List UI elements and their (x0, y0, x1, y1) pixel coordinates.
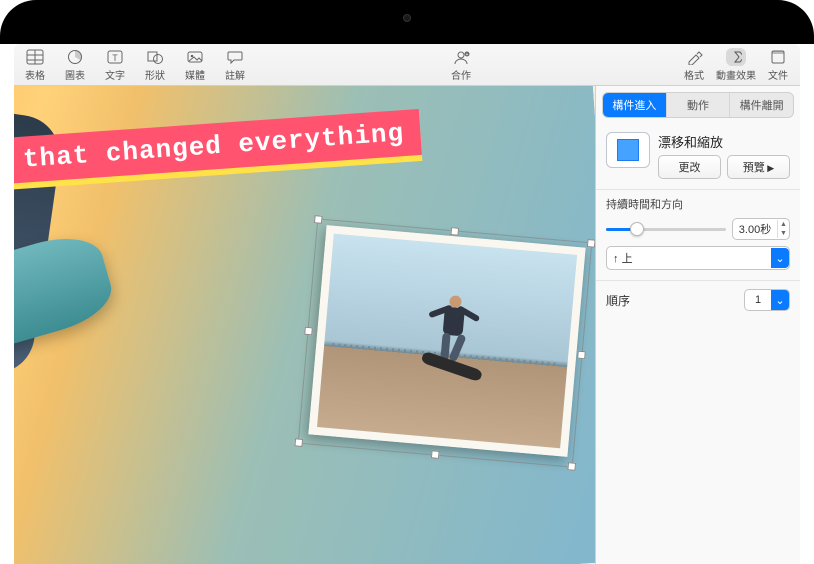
text-icon: T (105, 48, 125, 66)
tab-build-in[interactable]: 構件進入 (603, 93, 667, 117)
chevron-updown-icon: ⌄ (771, 290, 789, 310)
duration-slider[interactable] (606, 221, 726, 237)
effect-thumbnail (606, 132, 650, 168)
toolbar-animate[interactable]: 動畫效果 (716, 48, 756, 82)
direction-select[interactable]: 上 ⌄ (606, 246, 790, 270)
chevron-updown-icon: ⌄ (771, 248, 789, 268)
build-tabs: 構件進入 動作 構件離開 (602, 92, 794, 118)
format-icon (684, 48, 704, 66)
slide-canvas[interactable]: e trick that changed everything (14, 86, 595, 564)
toolbar-label: 註解 (225, 67, 245, 82)
preview-button[interactable]: 預覽 (727, 155, 790, 179)
toolbar-label: 文件 (768, 67, 788, 82)
duration-direction-label: 持續時間和方向 (606, 196, 790, 212)
comment-icon (225, 48, 245, 66)
toolbar-label: 動畫效果 (716, 67, 756, 82)
toolbar-document[interactable]: 文件 (764, 48, 792, 82)
toolbar-label: 表格 (25, 67, 45, 82)
inspector-panel: 構件進入 動作 構件離開 漂移和縮放 更改 預覽 持續時間 (595, 86, 800, 564)
tab-action[interactable]: 動作 (667, 93, 731, 117)
order-select[interactable]: 1 ⌄ (744, 289, 790, 311)
toolbar-table[interactable]: 表格 (22, 48, 48, 82)
toolbar: 表格 圖表 T 文字 形狀 媒體 註解 (14, 44, 800, 86)
app-window: 表格 圖表 T 文字 形狀 媒體 註解 (14, 44, 800, 564)
toolbar-label: 文字 (105, 67, 125, 82)
toolbar-label: 圖表 (65, 67, 85, 82)
effect-name: 漂移和縮放 (658, 132, 790, 151)
collaborate-icon: + (451, 48, 471, 66)
duration-value: 3.00 (739, 224, 760, 236)
foreground-photo[interactable] (308, 225, 585, 457)
toolbar-chart[interactable]: 圖表 (62, 48, 88, 82)
svg-text:+: + (466, 52, 469, 58)
document-icon (768, 48, 788, 66)
stepper-down-icon[interactable]: ▼ (778, 229, 789, 238)
toolbar-label: 形狀 (145, 67, 165, 82)
toolbar-collaborate[interactable]: + 合作 (448, 48, 474, 82)
tab-build-out[interactable]: 構件離開 (730, 93, 793, 117)
order-value: 1 (745, 291, 771, 309)
toolbar-label: 媒體 (185, 67, 205, 82)
table-icon (25, 48, 45, 66)
toolbar-text[interactable]: T 文字 (102, 48, 128, 82)
change-effect-button[interactable]: 更改 (658, 155, 721, 179)
toolbar-media[interactable]: 媒體 (182, 48, 208, 82)
order-label: 順序 (606, 292, 630, 309)
shape-icon (145, 48, 165, 66)
duration-unit: 秒 (760, 224, 771, 236)
toolbar-label: 格式 (684, 67, 704, 82)
stepper-up-icon[interactable]: ▲ (778, 220, 789, 229)
chart-icon (65, 48, 85, 66)
toolbar-label: 合作 (451, 67, 471, 82)
duration-stepper[interactable]: 3.00秒 ▲▼ (732, 218, 790, 240)
device-camera (403, 14, 411, 22)
toolbar-format[interactable]: 格式 (680, 48, 708, 82)
toolbar-shape[interactable]: 形狀 (142, 48, 168, 82)
toolbar-comment[interactable]: 註解 (222, 48, 248, 82)
animate-icon (726, 48, 746, 66)
direction-value: 上 (607, 247, 771, 269)
device-bezel (0, 0, 814, 44)
svg-text:T: T (112, 53, 118, 63)
media-icon (185, 48, 205, 66)
